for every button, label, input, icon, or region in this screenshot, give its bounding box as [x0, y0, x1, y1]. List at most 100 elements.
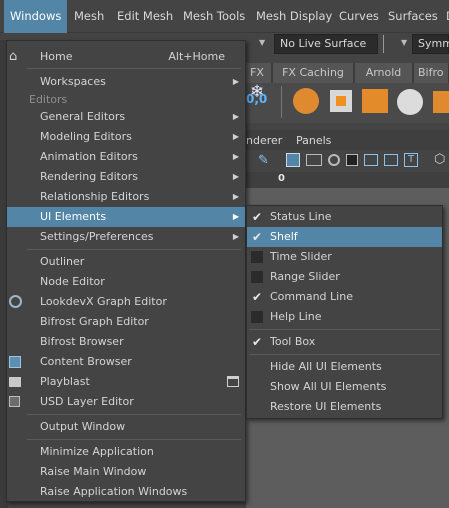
menu-item-label: Animation Editors: [40, 150, 138, 163]
menu-item-outliner[interactable]: Outliner: [7, 252, 245, 272]
menu-item-node-editor[interactable]: Node Editor: [7, 272, 245, 292]
separator-handle: [383, 35, 387, 53]
submenu-item-shelf[interactable]: ✔ Shelf: [247, 227, 442, 247]
lookdevx-icon: [9, 295, 22, 308]
menu-item-label: Bifrost Graph Editor: [40, 315, 149, 328]
option-box-icon[interactable]: [227, 376, 239, 387]
menu-item-minimize-application[interactable]: Minimize Application: [7, 442, 245, 462]
submenu-item-time-slider[interactable]: Time Slider: [247, 247, 442, 267]
menu-item-label: Modeling Editors: [40, 130, 132, 143]
menu-item-general-editors[interactable]: General Editors ▶: [7, 107, 245, 127]
menu-item-workspaces[interactable]: Workspaces ▶: [7, 72, 245, 92]
submenu-arrow-icon: ▶: [232, 172, 239, 181]
panel-menubar: nderer Panels ✎ T ⬡ 0: [246, 130, 449, 190]
snowflake-icon[interactable]: ❄: [250, 82, 264, 102]
submenu-item-label: Show All UI Elements: [270, 380, 387, 393]
menu-separator: [27, 68, 241, 69]
isolate-icon[interactable]: [364, 154, 378, 166]
shelf-tab[interactable]: Arnold: [355, 63, 413, 83]
submenu-item-hide-all-ui-elements[interactable]: Hide All UI Elements: [247, 357, 442, 377]
menu-item-lookdevx-graph-editor[interactable]: LookdevX Graph Editor: [7, 292, 245, 312]
submenu-item-restore-ui-elements[interactable]: Restore UI Elements: [247, 397, 442, 417]
submenu-item-command-line[interactable]: ✔ Command Line: [247, 287, 442, 307]
menu-item-home[interactable]: ⌂ Home Alt+Home: [7, 47, 245, 67]
menu-item-rendering-editors[interactable]: Rendering Editors ▶: [7, 167, 245, 187]
menu-item-playblast[interactable]: Playblast: [7, 372, 245, 392]
menu-curves[interactable]: Curves: [339, 0, 379, 33]
menu-item-animation-editors[interactable]: Animation Editors ▶: [7, 147, 245, 167]
menu-item-modeling-editors[interactable]: Modeling Editors ▶: [7, 127, 245, 147]
shelf-tab[interactable]: FX Caching: [273, 63, 354, 83]
submenu-item-label: Restore UI Elements: [270, 400, 382, 413]
menu-item-relationship-editors[interactable]: Relationship Editors ▶: [7, 187, 245, 207]
menu-windows[interactable]: Windows: [4, 0, 67, 33]
checkmark-icon: ✔: [251, 290, 263, 304]
sky-dome-icon[interactable]: [397, 89, 423, 115]
submenu-item-tool-box[interactable]: ✔ Tool Box: [247, 332, 442, 352]
submenu-item-range-slider[interactable]: Range Slider: [247, 267, 442, 287]
menu-item-raise-application-windows[interactable]: Raise Application Windows: [7, 482, 245, 502]
menu-item-output-window[interactable]: Output Window: [7, 417, 245, 437]
cube-icon[interactable]: ⬡: [434, 152, 445, 167]
shelf-tabs: FX FX Caching Arnold Bifro: [246, 63, 449, 83]
menu-mesh[interactable]: Mesh: [74, 0, 104, 33]
live-surface-field[interactable]: No Live Surface: [274, 34, 378, 54]
menu-mesh-tools[interactable]: Mesh Tools: [183, 0, 245, 33]
content-browser-icon: [9, 356, 21, 368]
menu-mesh-display[interactable]: Mesh Display: [256, 0, 332, 33]
submenu-item-status-line[interactable]: ✔ Status Line: [247, 207, 442, 227]
menu-item-label: Rendering Editors: [40, 170, 138, 183]
menu-item-bifrost-graph-editor[interactable]: Bifrost Graph Editor: [7, 312, 245, 332]
checkbox-empty-icon: [251, 271, 263, 283]
menu-separator: [249, 329, 440, 330]
menu-separator: [249, 354, 440, 355]
windows-menu: ⌂ Home Alt+Home Workspaces ▶ Editors Gen…: [6, 40, 246, 502]
menu-item-label: LookdevX Graph Editor: [40, 295, 167, 308]
dropdown-arrow-icon[interactable]: ▼: [259, 38, 265, 47]
wireframe-icon[interactable]: [346, 154, 358, 166]
light-icon[interactable]: [362, 89, 388, 113]
dropdown-arrow-icon[interactable]: ▼: [401, 38, 407, 47]
text-icon[interactable]: T: [404, 153, 418, 167]
submenu-item-help-line[interactable]: Help Line: [247, 307, 442, 327]
menu-item-ui-elements[interactable]: UI Elements ▶: [7, 207, 245, 227]
menu-separator: [27, 439, 241, 440]
menu-surfaces[interactable]: Surfaces: [388, 0, 438, 33]
menu-item-usd-layer-editor[interactable]: USD Layer Editor: [7, 392, 245, 412]
symmetry-field[interactable]: Symm: [412, 34, 449, 54]
menu-item-label: UI Elements: [40, 210, 107, 223]
xray-icon[interactable]: [384, 154, 398, 166]
menu-item-content-browser[interactable]: Content Browser: [7, 352, 245, 372]
grid-icon[interactable]: [286, 153, 300, 167]
checkmark-icon: ✔: [251, 230, 263, 244]
menu-item-label: Node Editor: [40, 275, 105, 288]
home-icon: ⌂: [9, 49, 18, 64]
menu-item-bifrost-browser[interactable]: Bifrost Browser: [7, 332, 245, 352]
shelf-tab[interactable]: FX: [246, 63, 272, 83]
area-light-icon[interactable]: [433, 91, 449, 113]
submenu-arrow-icon: ▶: [232, 232, 239, 241]
checkbox-empty-icon: [251, 311, 263, 323]
menu-item-label: Output Window: [40, 420, 126, 433]
smooth-shade-icon[interactable]: [328, 154, 340, 166]
menu-item-label: Workspaces: [40, 75, 106, 88]
submenu-item-label: Status Line: [270, 210, 332, 223]
submenu-arrow-icon: ▶: [232, 77, 239, 86]
menu-edit-mesh[interactable]: Edit Mesh: [117, 0, 173, 33]
panel-menu-renderer[interactable]: nderer: [246, 134, 282, 147]
shelf-tab[interactable]: Bifro: [414, 63, 449, 83]
playblast-icon: [9, 377, 21, 387]
menu-item-label: Raise Application Windows: [40, 485, 188, 498]
shortcut-label: Alt+Home: [168, 50, 225, 63]
menu-item-settings-preferences[interactable]: Settings/Preferences ▶: [7, 227, 245, 247]
submenu-item-label: Tool Box: [270, 335, 316, 348]
menu-item-raise-main-window[interactable]: Raise Main Window: [7, 462, 245, 482]
pencil-icon[interactable]: ✎: [258, 153, 269, 168]
camera-frame-icon[interactable]: [306, 154, 322, 166]
arnold-render-icon[interactable]: [293, 88, 319, 114]
submenu-item-show-all-ui-elements[interactable]: Show All UI Elements: [247, 377, 442, 397]
menu-item-label: Raise Main Window: [40, 465, 147, 478]
panel-menu-panels[interactable]: Panels: [296, 134, 331, 147]
menu-item-label: Minimize Application: [40, 445, 154, 458]
menu-item-label: USD Layer Editor: [40, 395, 134, 408]
